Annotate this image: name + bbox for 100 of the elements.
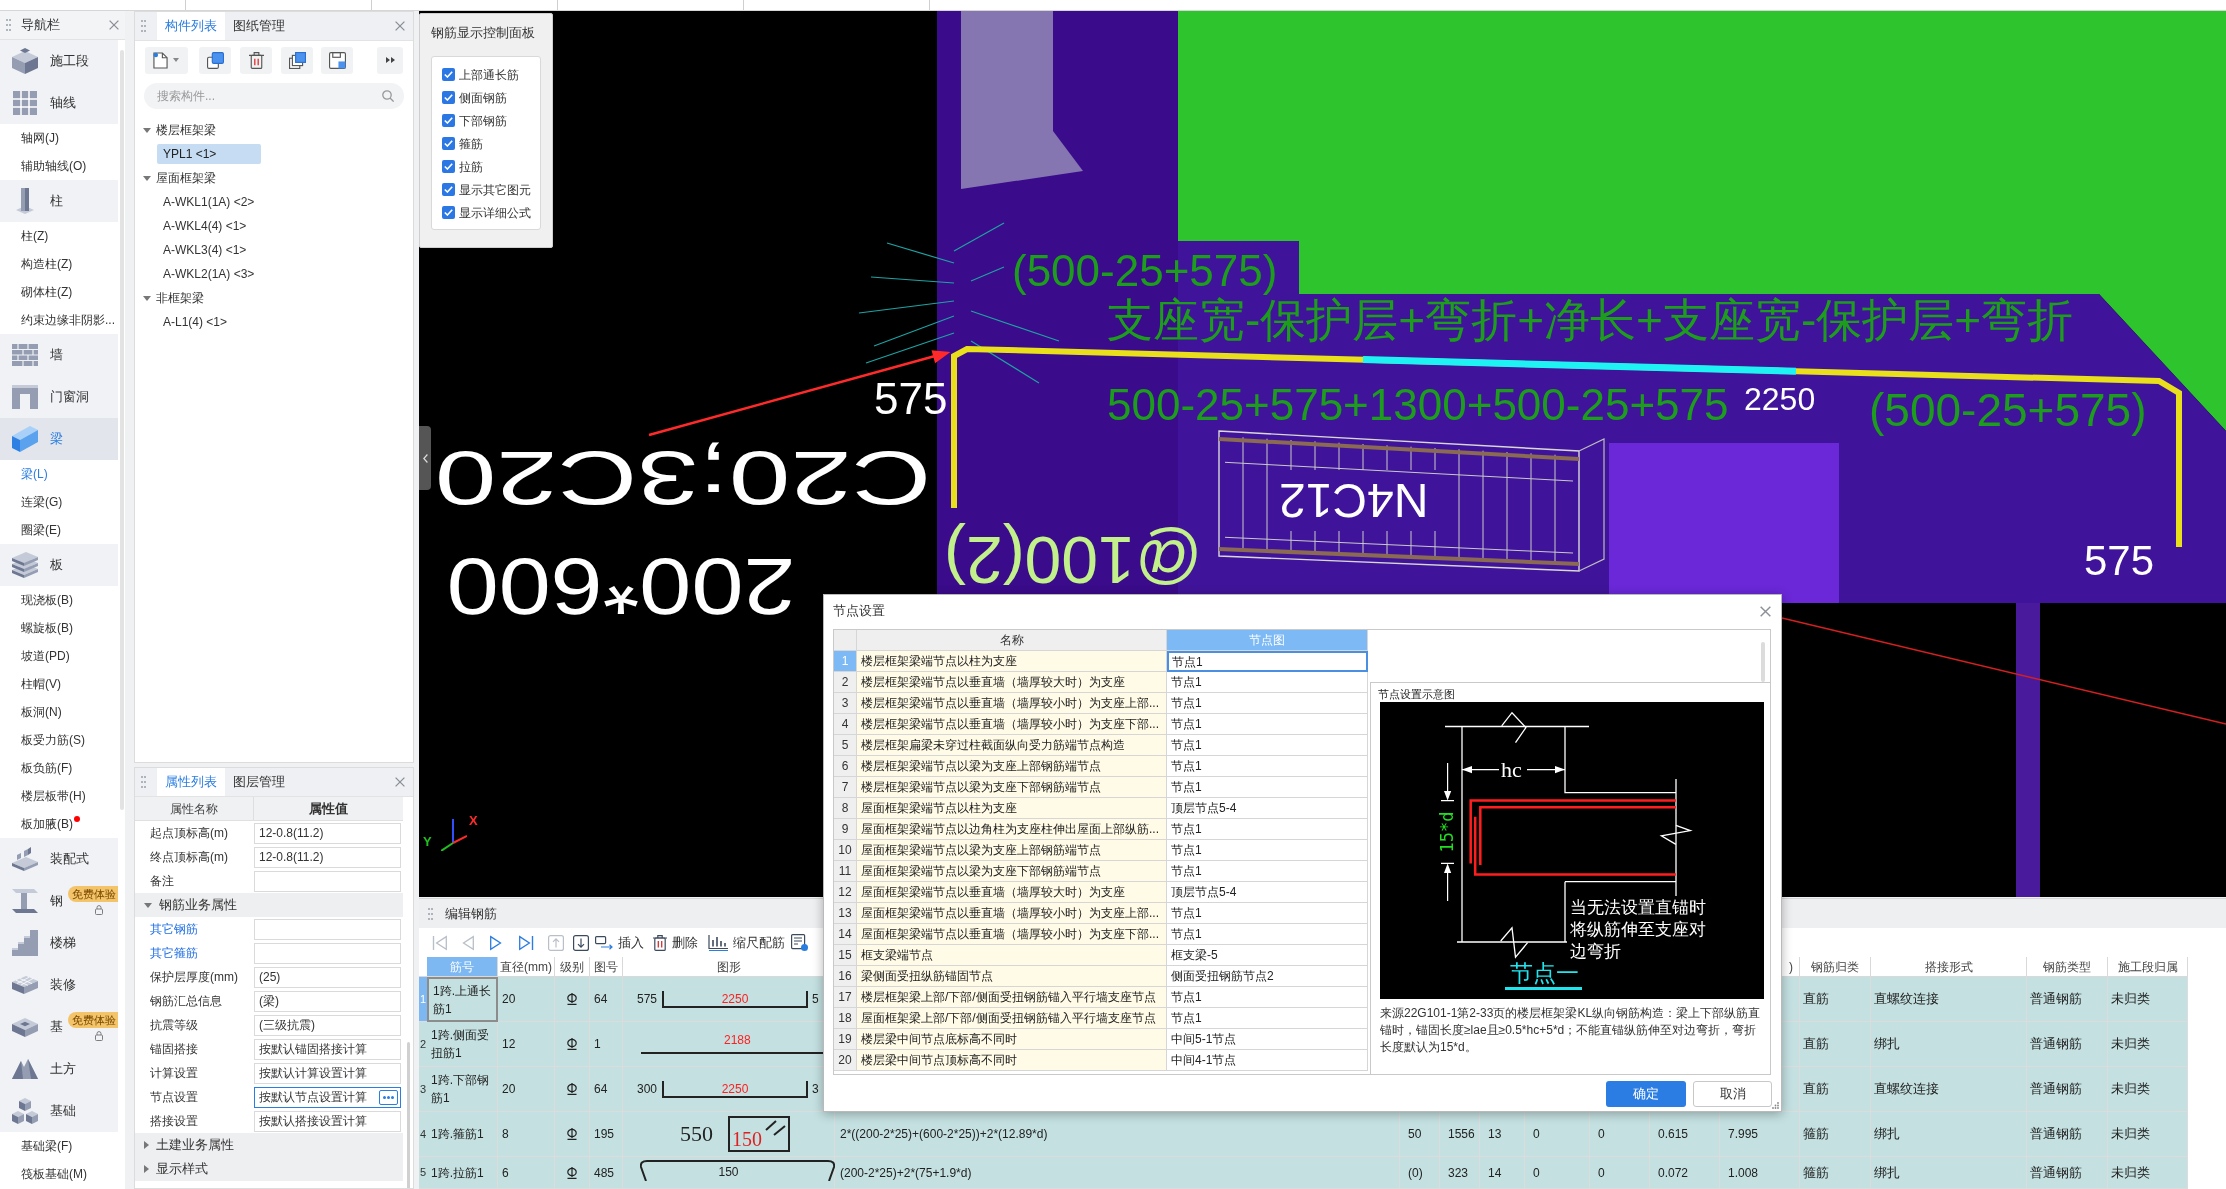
checkbox-label[interactable]: 侧面钢筋 <box>459 88 507 107</box>
column-header[interactable]: 施工段归属 <box>2108 957 2188 977</box>
grip-icon[interactable] <box>428 907 433 920</box>
column-header[interactable]: 名称 <box>857 630 1167 651</box>
row-number[interactable]: 4 <box>834 714 857 735</box>
collapse-handle[interactable] <box>419 426 431 490</box>
delete-button[interactable] <box>240 46 272 74</box>
tree-item[interactable]: A-WKL1(1A) <2> <box>157 192 261 212</box>
checkbox[interactable] <box>442 137 455 150</box>
nav-category[interactable]: 墙 <box>0 334 118 376</box>
table-cell[interactable]: 节点1 <box>1167 756 1368 777</box>
row-number[interactable]: 6 <box>834 756 857 777</box>
property-value[interactable]: (25) <box>254 966 401 988</box>
property-value[interactable]: 12-0.8(11.2) <box>254 822 401 844</box>
row-number[interactable]: 14 <box>834 924 857 945</box>
column-header[interactable]: 级别 <box>555 957 590 977</box>
table-cell[interactable]: 节点1 <box>1167 861 1368 882</box>
close-button[interactable] <box>109 20 119 30</box>
checkbox-label[interactable]: 下部钢筋 <box>459 111 507 130</box>
checkbox-label[interactable]: 箍筋 <box>459 134 483 153</box>
property-value[interactable]: 12-0.8(11.2) <box>254 846 401 868</box>
property-link[interactable]: 其它箍筋 <box>135 944 253 962</box>
column-header[interactable]: 图号 <box>590 957 623 977</box>
duplicate-button[interactable] <box>281 46 313 74</box>
tree-group[interactable]: 屋面框架梁 <box>135 166 413 190</box>
grip-icon[interactable] <box>141 20 146 32</box>
table-cell[interactable]: 节点1 <box>1167 840 1368 861</box>
property-value[interactable]: (梁) <box>254 990 401 1012</box>
row-number[interactable]: 11 <box>834 861 857 882</box>
table-cell[interactable]: 1跨.下部钢筋1 <box>427 1067 498 1112</box>
nav-category[interactable]: 柱 <box>0 180 118 222</box>
row-number[interactable]: 16 <box>834 966 857 987</box>
delete-button[interactable]: 删除 <box>653 931 698 954</box>
table-cell[interactable]: 顶层节点5-4 <box>1167 882 1368 903</box>
confirm-button[interactable]: 确定 <box>1606 1081 1686 1107</box>
table-cell[interactable]: 节点1 <box>1167 777 1368 798</box>
property-link[interactable]: 其它钢筋 <box>135 920 253 938</box>
nav-category[interactable]: 钢 免费体验 <box>0 880 118 922</box>
tree-group[interactable]: 非框架梁 <box>135 286 413 310</box>
table-cell[interactable]: 1跨.拉筋1 <box>427 1157 498 1189</box>
save-button[interactable] <box>321 46 353 74</box>
copy-button[interactable] <box>199 46 231 74</box>
row-number[interactable]: 8 <box>834 798 857 819</box>
checkbox-label[interactable]: 显示其它图元 <box>459 180 531 199</box>
tab[interactable]: 图纸管理 <box>225 12 293 40</box>
row-number[interactable]: 3 <box>834 693 857 714</box>
row-number[interactable]: 17 <box>834 987 857 1008</box>
cancel-button[interactable]: 取消 <box>1693 1081 1772 1107</box>
row-number[interactable]: 19 <box>834 1029 857 1050</box>
checkbox[interactable] <box>442 206 455 219</box>
row-number[interactable]: 10 <box>834 840 857 861</box>
more-button[interactable] <box>377 46 403 74</box>
nav-category[interactable]: 楼梯 <box>0 922 118 964</box>
row-number[interactable]: 20 <box>834 1050 857 1071</box>
tree-group[interactable]: 楼层框架梁 <box>135 118 413 142</box>
grip-icon[interactable] <box>141 776 146 788</box>
resize-grip-icon[interactable] <box>1772 1102 1779 1109</box>
table-cell[interactable]: 节点1 <box>1167 819 1368 840</box>
column-header[interactable]: 钢筋归类 <box>1800 957 1871 977</box>
insert-button[interactable]: 插入 <box>595 931 644 954</box>
checkbox-label[interactable]: 拉筋 <box>459 157 483 176</box>
table-cell[interactable]: 节点1 <box>1167 903 1368 924</box>
nav-category[interactable]: 轴线 <box>0 82 118 124</box>
table-cell[interactable]: 节点1 <box>1167 735 1368 756</box>
column-header[interactable]: 直径(mm) <box>498 957 555 977</box>
scrollbar[interactable] <box>1761 642 1765 682</box>
property-group[interactable]: 显示样式 <box>135 1157 403 1181</box>
table-cell[interactable]: 节点1 <box>1167 987 1368 1008</box>
table-cell[interactable]: 中间4-1节点 <box>1167 1050 1368 1071</box>
property-group[interactable]: 钢筋业务属性 <box>135 893 403 917</box>
nav-category[interactable]: 门窗洞 <box>0 376 118 418</box>
row-number[interactable]: 2 <box>419 1022 427 1067</box>
nav-category[interactable]: 基础 <box>0 1090 118 1132</box>
new-button[interactable] <box>145 46 188 74</box>
checkbox-label[interactable]: 上部通长筋 <box>459 65 519 84</box>
scrollbar[interactable] <box>119 50 124 810</box>
table-cell[interactable]: 节点1 <box>1167 714 1368 735</box>
tree-item[interactable]: A-WKL3(4) <1> <box>157 240 261 260</box>
nav-category[interactable]: 基 免费体验 <box>0 1006 118 1048</box>
row-number[interactable]: 3 <box>419 1067 427 1112</box>
table-cell[interactable]: 中间5-1节点 <box>1167 1029 1368 1050</box>
nav-category[interactable]: 装配式 <box>0 838 118 880</box>
scrollbar[interactable] <box>406 1042 410 1188</box>
table-cell[interactable]: 节点1 <box>1167 672 1368 693</box>
tab[interactable]: 图层管理 <box>225 768 293 796</box>
grip-icon[interactable] <box>6 19 11 31</box>
row-number[interactable]: 13 <box>834 903 857 924</box>
table-cell[interactable]: 节点1 <box>1167 693 1368 714</box>
close-button[interactable] <box>1760 605 1771 617</box>
property-value[interactable]: (三级抗震) <box>254 1014 401 1036</box>
nav-category[interactable]: 板 <box>0 544 118 586</box>
table-cell[interactable]: 节点1 <box>1167 651 1368 672</box>
row-number[interactable]: 7 <box>834 777 857 798</box>
checkbox[interactable] <box>442 68 455 81</box>
close-button[interactable] <box>395 777 405 787</box>
row-number[interactable]: 18 <box>834 1008 857 1029</box>
scale-rebar-button[interactable]: 缩尺配筋 <box>708 931 785 954</box>
row-number[interactable]: 15 <box>834 945 857 966</box>
row-number[interactable]: 4 <box>419 1112 427 1157</box>
search-field[interactable]: 搜索构件... <box>144 83 404 109</box>
